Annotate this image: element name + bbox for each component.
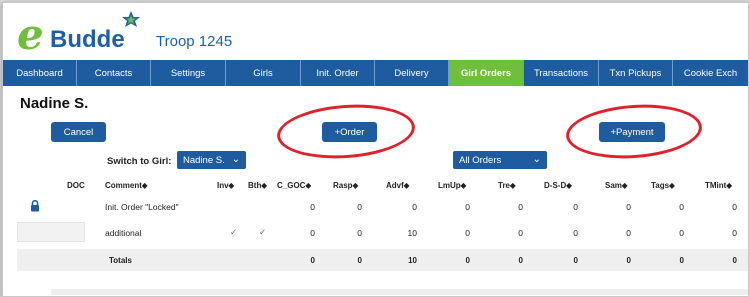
col-header-comment[interactable]: Comment⬥ [105,181,148,191]
col-header-tmint[interactable]: TMint⬥ [705,181,732,191]
row-cell: 0 [518,202,523,212]
row-cell: 0 [357,202,362,212]
row-cell: 0 [732,202,737,212]
troop-name: Troop 1245 [156,33,233,50]
col-header-inv[interactable]: Inv⬥ [217,181,234,191]
chevron-down-icon: ⌄ [231,154,240,165]
totals-cell: 0 [518,256,523,265]
ebudde-logo[interactable]: e Budde [17,9,157,59]
row-cell: 0 [679,202,684,212]
col-header-tre[interactable]: Tre⬥ [498,181,516,191]
totals-cell: 0 [310,256,315,265]
row-comment: additional [105,228,142,238]
row-cell: 0 [679,228,684,238]
col-header-sam[interactable]: Sam⬥ [605,181,628,191]
nav-girl-orders[interactable]: Girl Orders [449,60,524,86]
inv-check-icon: ✓ [230,227,238,237]
horizontal-scrollbar[interactable] [51,289,748,295]
row-cell: 0 [465,228,470,238]
totals-cell: 0 [573,256,578,265]
main-nav: Dashboard Contacts Settings Girls Init. … [3,60,748,86]
order-filter-select[interactable]: All Orders ⌄ [453,151,547,169]
lock-icon [31,200,39,212]
col-header-d-s-d[interactable]: D-S-D⬥ [544,181,572,191]
row-cell: 0 [573,228,578,238]
row-cell: 0 [732,228,737,238]
nav-contacts[interactable]: Contacts [77,60,151,86]
totals-cell: 0 [732,256,737,265]
nav-girls[interactable]: Girls [226,60,301,86]
nav-settings[interactable]: Settings [151,60,226,86]
nav-txn-pickups[interactable]: Txn Pickups [599,60,673,86]
row-cell: 10 [407,228,417,238]
col-header-tags[interactable]: Tags⬥ [651,181,675,191]
switch-girl-label: Switch to Girl: [107,156,172,167]
col-header-advf[interactable]: Advf⬥ [386,181,409,191]
switch-girl-select[interactable]: Nadine S. ⌄ [177,151,246,169]
add-order-button[interactable]: +Order [322,122,377,142]
col-header-doc: DOC [67,181,85,190]
row-cell: 0 [412,202,417,212]
row-cell: 0 [310,228,315,238]
totals-label: Totals [109,256,132,265]
totals-cell: 0 [626,256,631,265]
nav-transactions[interactable]: Transactions [524,60,599,86]
totals-cell: 0 [357,256,362,265]
row-cell: 0 [310,202,315,212]
col-header-rasp[interactable]: Rasp⬥ [333,181,358,191]
col-header-bth[interactable]: Bth⬥ [248,181,267,191]
nav-init-order[interactable]: Init. Order [301,60,375,86]
col-header-lmup[interactable]: LmUp⬥ [438,181,466,191]
row-cell: 0 [626,228,631,238]
cancel-button[interactable]: Cancel [51,122,106,142]
nav-delivery[interactable]: Delivery [375,60,449,86]
totals-cell: 0 [679,256,684,265]
switch-girl-value: Nadine S. [183,154,225,166]
row-cell: 0 [626,202,631,212]
nav-cookie-exch[interactable]: Cookie Exch [673,60,748,86]
row-cell: 0 [465,202,470,212]
row-cell: 0 [357,228,362,238]
order-filter-value: All Orders [459,154,502,166]
doc-cell [17,196,85,216]
app-window: e Budde Troop 1245 Dashboard Contacts Se… [2,2,749,297]
totals-cell: 10 [408,256,417,265]
bth-check-icon: ✓ [259,227,267,237]
header: e Budde Troop 1245 [3,3,748,60]
row-cell: 0 [518,228,523,238]
nav-dashboard[interactable]: Dashboard [3,60,77,86]
svg-text:Budde: Budde [50,26,125,53]
doc-cell [17,222,85,242]
add-payment-button[interactable]: +Payment [599,122,665,142]
row-cell: 0 [573,202,578,212]
chevron-down-icon: ⌄ [532,154,541,165]
svg-text:e: e [17,10,44,55]
row-comment: Init. Order "Locked" [105,202,179,212]
page-title: Nadine S. [20,95,89,112]
totals-cell: 0 [465,256,470,265]
col-header-c-goc[interactable]: C_GOC⬥ [277,181,311,191]
